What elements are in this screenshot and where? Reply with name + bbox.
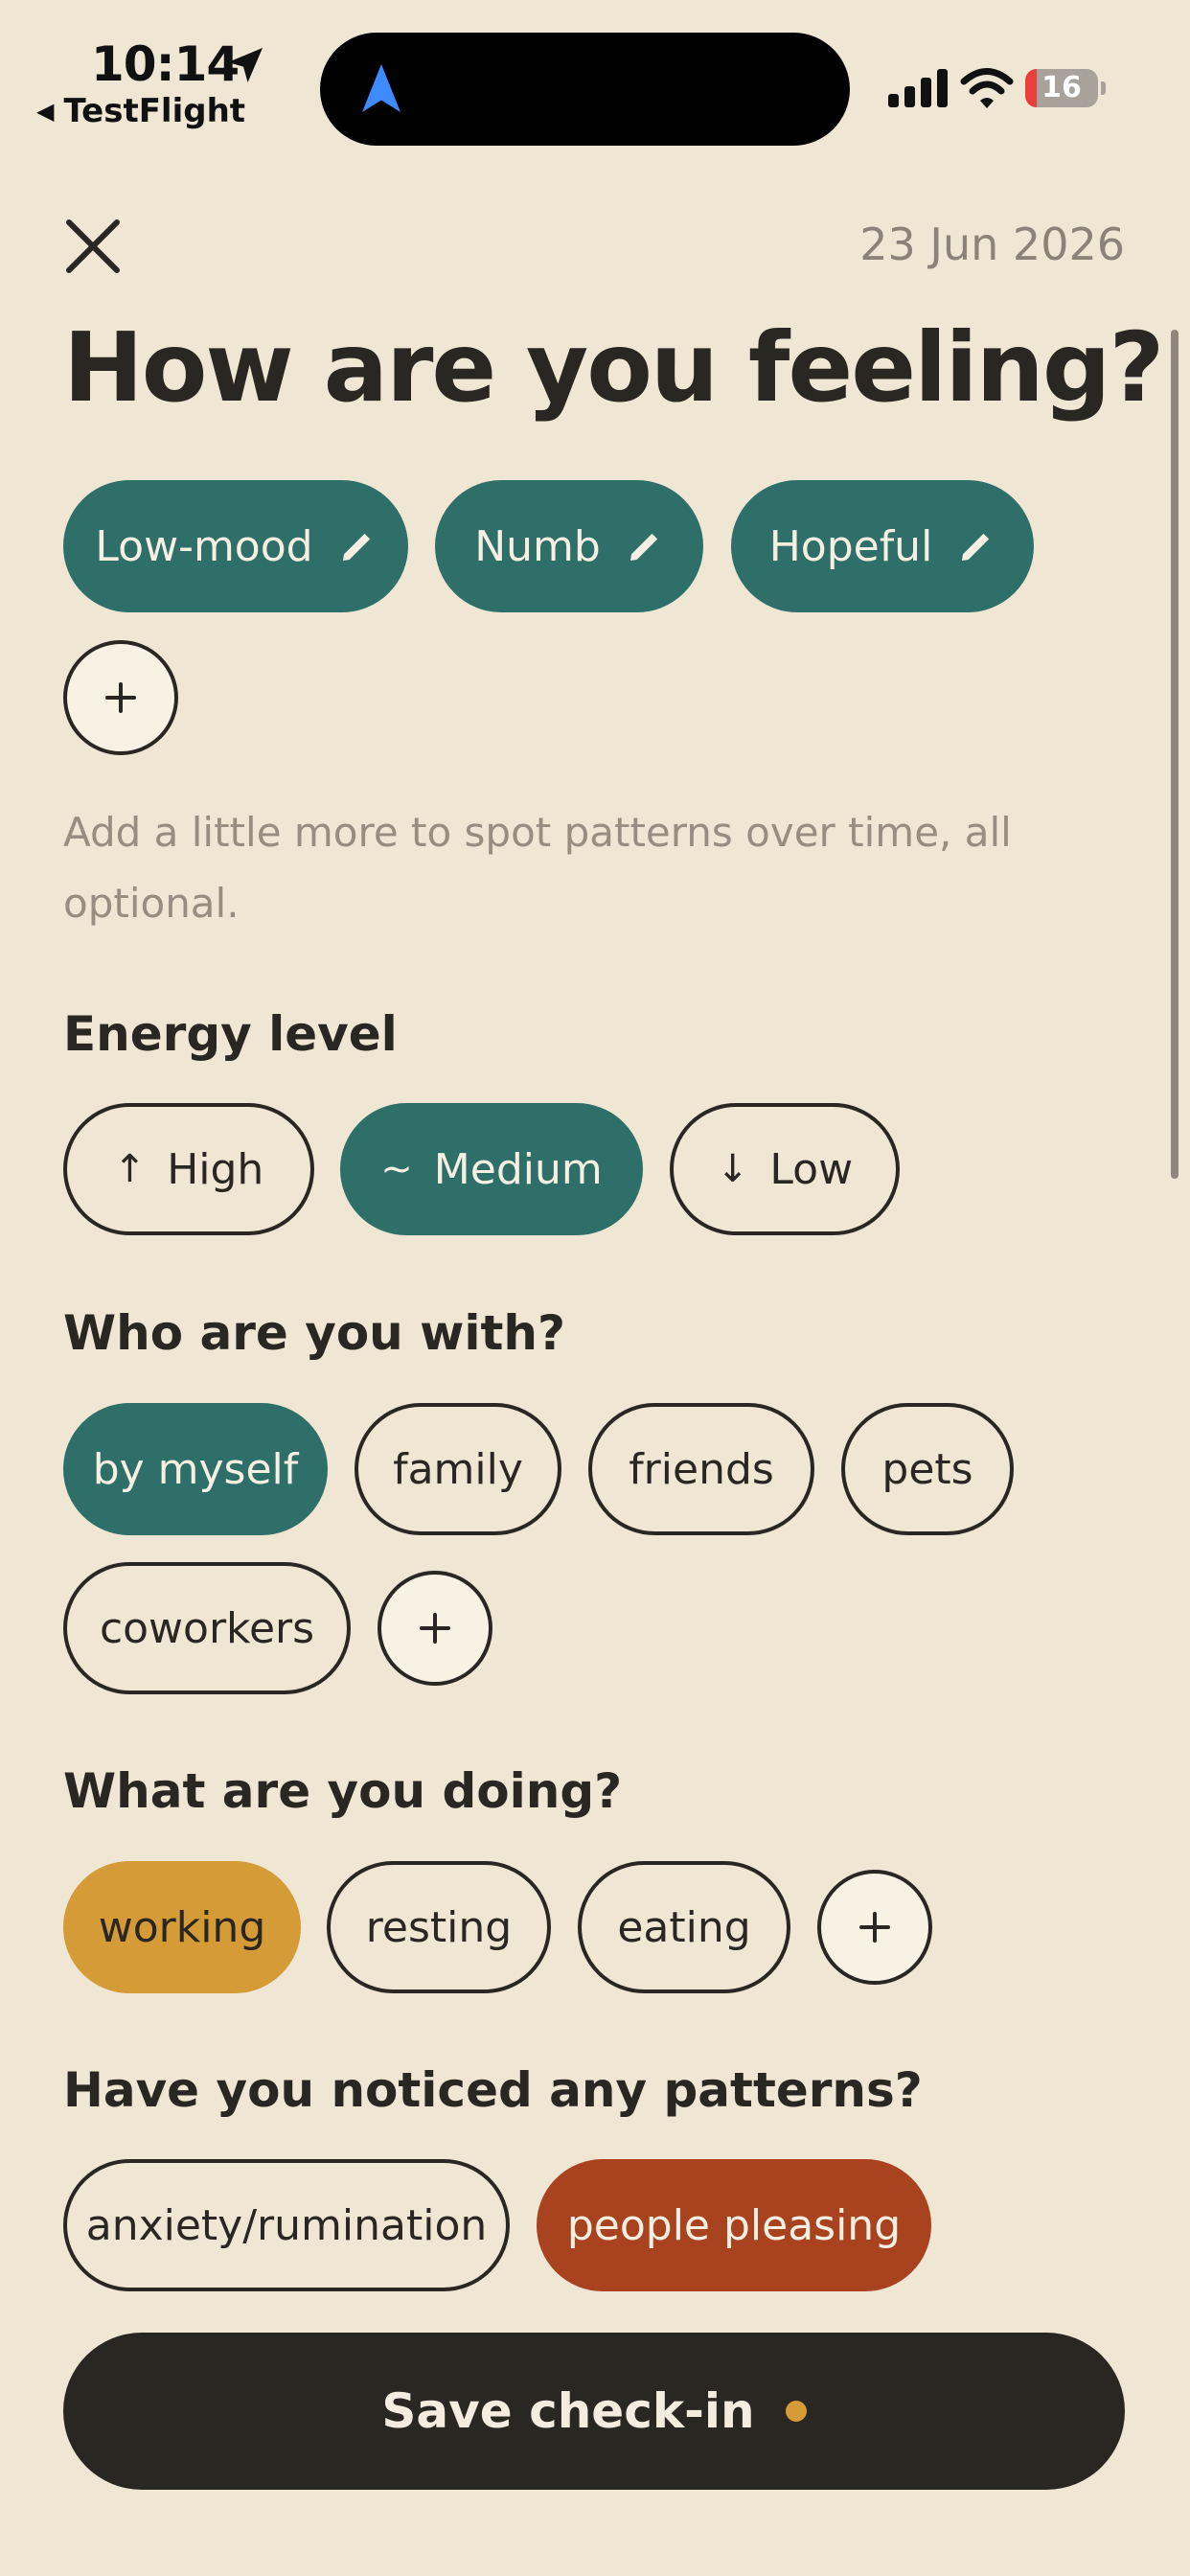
activity-option-label: eating (617, 1902, 751, 1952)
company-option-pets[interactable]: pets (841, 1403, 1014, 1535)
energy-option-label: Medium (433, 1144, 603, 1194)
arrow-up-icon: ↑ (113, 1147, 147, 1191)
energy-section-title: Energy level (63, 1006, 398, 1062)
plus-icon (859, 1912, 890, 1943)
back-to-app-link[interactable]: ◀ TestFlight (36, 92, 245, 130)
add-activity-button[interactable] (817, 1870, 932, 1985)
plus-icon (420, 1613, 450, 1644)
scrollbar[interactable] (1171, 330, 1179, 1179)
pattern-option-label: people pleasing (566, 2200, 902, 2250)
page-title: How are you feeling? (63, 311, 1164, 424)
company-option-family[interactable]: family (355, 1403, 561, 1535)
pencil-icon[interactable] (957, 527, 995, 565)
save-checkin-button[interactable]: Save check-in (63, 2333, 1125, 2490)
plus-icon (105, 682, 136, 713)
activity-option-working[interactable]: working (63, 1861, 301, 1993)
pattern-option-label: anxiety/rumination (85, 2200, 488, 2250)
cellular-signal-icon (888, 69, 948, 107)
company-option-label: coworkers (99, 1603, 315, 1653)
hint-text: Add a little more to spot patterns over … (63, 809, 1012, 927)
activity-option-label: resting (365, 1902, 513, 1952)
patterns-section-title: Have you noticed any patterns? (63, 2062, 923, 2118)
entry-date: 23 Jun 2026 (859, 218, 1125, 270)
add-company-button[interactable] (378, 1571, 492, 1686)
back-app-label: TestFlight (63, 92, 246, 130)
pattern-option-anxiety-rumination[interactable]: anxiety/rumination (63, 2159, 510, 2291)
save-button-label: Save check-in (381, 2383, 755, 2439)
company-option-coworkers[interactable]: coworkers (63, 1562, 351, 1694)
navigation-arrow-icon (362, 64, 400, 112)
company-option-label: pets (881, 1444, 973, 1494)
company-option-label: family (393, 1444, 523, 1494)
battery-percent: 16 (1041, 71, 1082, 104)
unsaved-dot-icon (785, 2401, 807, 2422)
add-feeling-button[interactable] (63, 640, 178, 755)
dynamic-island (320, 33, 850, 146)
energy-option-low[interactable]: ↓ Low (670, 1103, 900, 1235)
pencil-icon[interactable] (626, 527, 664, 565)
energy-option-label: High (167, 1144, 264, 1194)
feeling-chip-low-mood[interactable]: Low-mood (63, 480, 408, 612)
company-option-by-myself[interactable]: by myself (63, 1403, 328, 1535)
energy-option-label: Low (769, 1144, 854, 1194)
activity-section-title: What are you doing? (63, 1763, 623, 1819)
pattern-option-people-pleasing[interactable]: people pleasing (537, 2159, 931, 2291)
activity-option-label: working (98, 1902, 266, 1952)
company-option-friends[interactable]: friends (588, 1403, 814, 1535)
company-option-label: by myself (92, 1444, 299, 1494)
company-option-label: friends (629, 1444, 774, 1494)
close-icon[interactable] (59, 213, 126, 280)
status-bar: 10:14 ◀ TestFlight 16 (0, 0, 1190, 163)
feeling-chip-numb[interactable]: Numb (435, 480, 703, 612)
feeling-label: Low-mood (95, 521, 313, 571)
status-time: 10:14 (91, 36, 240, 92)
battery-indicator: 16 (1025, 69, 1106, 107)
feeling-label: Hopeful (768, 521, 933, 571)
feeling-chip-hopeful[interactable]: Hopeful (731, 480, 1034, 612)
company-section-title: Who are you with? (63, 1305, 565, 1361)
back-triangle-icon: ◀ (36, 98, 55, 125)
activity-option-eating[interactable]: eating (578, 1861, 790, 1993)
activity-option-resting[interactable]: resting (327, 1861, 551, 1993)
arrow-down-icon: ↓ (716, 1147, 749, 1191)
pencil-icon[interactable] (338, 527, 377, 565)
wifi-icon (960, 68, 1014, 108)
feeling-label: Numb (474, 521, 601, 571)
energy-option-medium[interactable]: ~ Medium (340, 1103, 643, 1235)
tilde-icon: ~ (380, 1147, 413, 1191)
energy-option-high[interactable]: ↑ High (63, 1103, 314, 1235)
location-arrow-icon (228, 48, 263, 82)
